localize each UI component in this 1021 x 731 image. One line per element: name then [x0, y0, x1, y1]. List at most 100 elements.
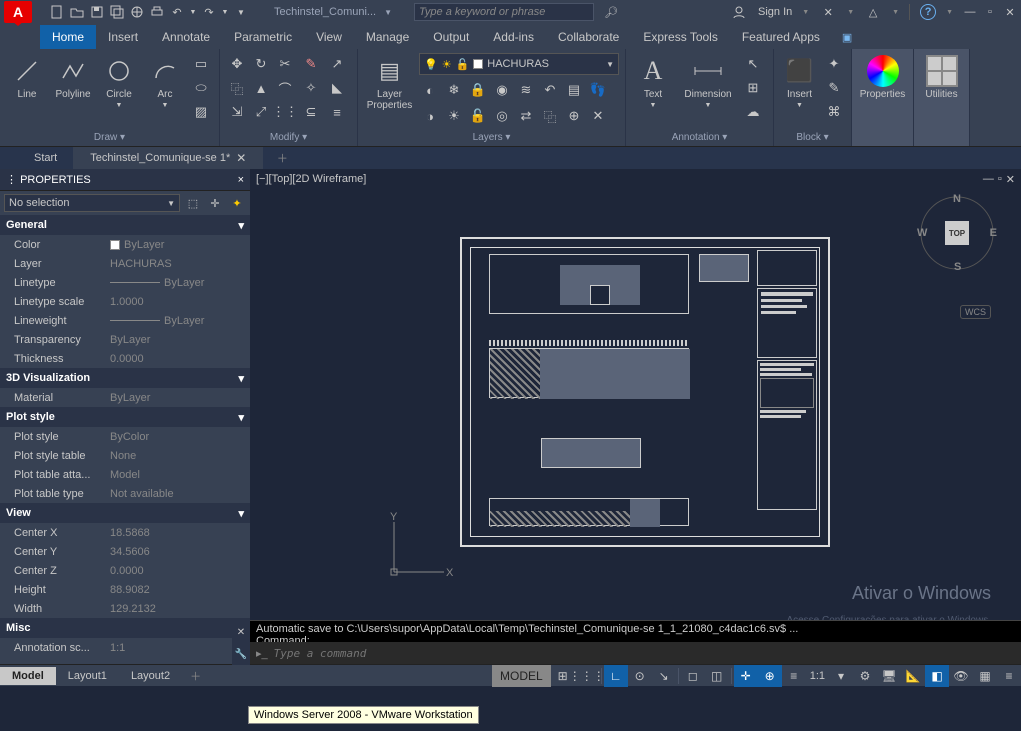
file-tab-doc[interactable]: Techinstel_Comunique-se 1* ✕	[74, 147, 263, 169]
lineweight-icon[interactable]: ≡	[782, 665, 806, 687]
centerx-field[interactable]: 18.5868	[110, 527, 250, 539]
width-field[interactable]: 129.2132	[110, 603, 250, 615]
layer-match-icon[interactable]: ≋	[515, 79, 537, 101]
vp-restore-icon[interactable]: ▫	[998, 173, 1002, 186]
document-switcher-icon[interactable]: ▼	[384, 8, 392, 17]
line-button[interactable]: Line	[6, 53, 48, 121]
insert-button[interactable]: ⬛Insert▼	[780, 53, 819, 121]
rectangle-icon[interactable]: ▭	[190, 53, 212, 75]
properties-close-icon[interactable]: ×	[238, 174, 244, 186]
erase-icon[interactable]: ✎	[300, 53, 322, 75]
exchange-icon[interactable]: ✕	[819, 3, 837, 21]
polar-icon[interactable]: ⊙	[628, 665, 652, 687]
centery-field[interactable]: 34.5606	[110, 546, 250, 558]
layer-lock-icon[interactable]: 🔒	[467, 79, 489, 101]
restore-icon[interactable]: ▫	[983, 5, 997, 19]
linetype-field[interactable]: ByLayer	[110, 277, 250, 289]
redo-icon[interactable]: ↷	[200, 3, 218, 21]
web-icon[interactable]	[128, 3, 146, 21]
layer-off-icon[interactable]: ◐	[419, 79, 441, 101]
group-misc[interactable]: Misc▾	[0, 618, 250, 638]
layout-add-icon[interactable]: ＋	[182, 665, 209, 687]
snap-icon[interactable]: ⋮⋮⋮	[575, 665, 599, 687]
move-icon[interactable]: ✥	[226, 53, 248, 75]
circle-button[interactable]: Circle▼	[98, 53, 140, 121]
layer-on-icon[interactable]: ◑	[419, 105, 441, 127]
isolate-icon[interactable]: 👁	[949, 665, 973, 687]
tab-view[interactable]: View	[304, 25, 354, 49]
block-attr-icon[interactable]: ⌘	[823, 101, 845, 123]
saveas-icon[interactable]	[108, 3, 126, 21]
edit-block-icon[interactable]: ✎	[823, 77, 845, 99]
dyninput-icon[interactable]: ⊕	[758, 665, 782, 687]
utilities-button[interactable]: Utilities	[920, 53, 963, 121]
layer-merge-icon[interactable]: ⊕	[563, 105, 585, 127]
layer-walk-icon[interactable]: 👣	[587, 79, 609, 101]
copy-icon[interactable]: ⿻	[226, 77, 248, 99]
group-view[interactable]: View▾	[0, 503, 250, 523]
plottableatt-field[interactable]: Model	[110, 469, 250, 481]
layer-thaw-icon[interactable]: ☀	[443, 105, 465, 127]
group-3dviz[interactable]: 3D Visualization▾	[0, 368, 250, 388]
layer-state-icon[interactable]: ▤	[563, 79, 585, 101]
thickness-field[interactable]: 0.0000	[110, 353, 250, 365]
selection-combo[interactable]: No selection▼	[4, 194, 180, 212]
chamfer-icon[interactable]: ◣	[326, 77, 348, 99]
scale-label[interactable]: 1:1	[806, 670, 829, 682]
ltscale-field[interactable]: 1.0000	[110, 296, 250, 308]
isodraft-icon[interactable]: ↘	[652, 665, 676, 687]
layer-iso-icon[interactable]: ◉	[491, 79, 513, 101]
hatch-icon[interactable]: ▨	[190, 101, 212, 123]
wcs-badge[interactable]: WCS	[960, 305, 991, 319]
arc-button[interactable]: Arc▼	[144, 53, 186, 121]
centerz-field[interactable]: 0.0000	[110, 565, 250, 577]
create-block-icon[interactable]: ✦	[823, 53, 845, 75]
layer-properties-button[interactable]: ▤Layer Properties	[364, 53, 415, 121]
height-field[interactable]: 88.9082	[110, 584, 250, 596]
search-icon[interactable]: 🔎︎	[602, 3, 620, 21]
mirror-icon[interactable]: ▲	[250, 77, 272, 99]
tab-featured[interactable]: Featured Apps	[730, 25, 832, 49]
units-icon[interactable]: 📐	[901, 665, 925, 687]
redo-drop-icon[interactable]: ▼	[220, 3, 230, 21]
layer-selector[interactable]: 💡☀🔓 HACHURAS ▼	[419, 53, 619, 75]
dimension-button[interactable]: Dimension▼	[678, 53, 738, 121]
tab-parametric[interactable]: Parametric	[222, 25, 304, 49]
ellipse-icon[interactable]: ⬭	[190, 77, 212, 99]
monitor-icon[interactable]: 🖥	[877, 665, 901, 687]
sign-in-link[interactable]: Sign In	[758, 6, 792, 18]
tab-collaborate[interactable]: Collaborate	[546, 25, 631, 49]
open-icon[interactable]	[68, 3, 86, 21]
model-toggle-button[interactable]: MODEL	[492, 665, 551, 687]
annscale-field[interactable]: 1:1	[110, 642, 250, 654]
a360-icon[interactable]: △	[864, 3, 882, 21]
offset-icon[interactable]: ⊆	[300, 101, 322, 123]
quick-select-icon[interactable]: ✦	[228, 194, 246, 212]
dynsnap-icon[interactable]: ✛	[734, 665, 758, 687]
drawing-canvas[interactable]: [−][Top][2D Wireframe] — ▫ ✕ N S E W TOP…	[250, 169, 1021, 664]
help-icon[interactable]: ?	[920, 4, 936, 20]
layer-uniso-icon[interactable]: ◎	[491, 105, 513, 127]
properties-button[interactable]: Properties	[858, 53, 907, 121]
align-icon[interactable]: ≡	[326, 101, 348, 123]
close-tab-icon[interactable]: ✕	[236, 151, 246, 165]
vp-minimize-icon[interactable]: —	[983, 173, 994, 186]
material-field[interactable]: ByLayer	[110, 392, 250, 404]
tab-addins[interactable]: Add-ins	[481, 25, 546, 49]
table-icon[interactable]: ⊞	[742, 77, 764, 99]
layer-unlock-icon[interactable]: 🔓	[467, 105, 489, 127]
layer-field[interactable]: HACHURAS	[110, 258, 250, 270]
tab-annotate[interactable]: Annotate	[150, 25, 222, 49]
panel-annotation-label[interactable]: Annotation ▾	[632, 131, 767, 144]
tab-home[interactable]: Home	[40, 25, 96, 49]
qp-icon[interactable]: ◧	[925, 665, 949, 687]
ortho-icon[interactable]: ∟	[604, 665, 628, 687]
select-obj-icon[interactable]: ✛	[206, 194, 224, 212]
panel-block-label[interactable]: Block ▾	[780, 131, 845, 144]
tab-manage[interactable]: Manage	[354, 25, 421, 49]
layout-tab-1[interactable]: Layout1	[56, 667, 119, 685]
user-icon[interactable]	[730, 3, 748, 21]
stretch-icon[interactable]: ⇲	[226, 101, 248, 123]
gear-icon[interactable]: ⚙	[853, 665, 877, 687]
tab-express[interactable]: Express Tools	[631, 25, 729, 49]
